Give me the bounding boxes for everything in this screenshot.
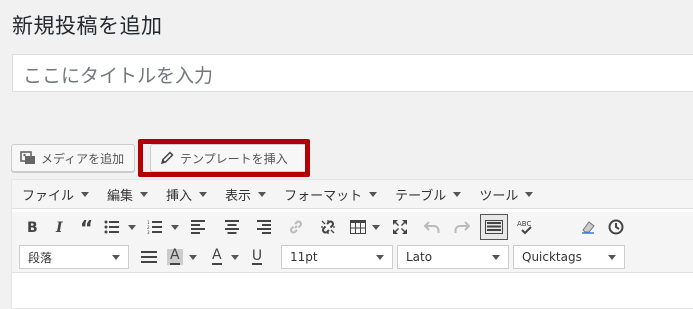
menu-insert-label: 挿入: [166, 188, 193, 204]
chevron-down-icon: [492, 254, 500, 260]
clear-formatting-button[interactable]: [574, 214, 602, 240]
menu-tools-label: ツール: [479, 188, 519, 204]
unlink-icon: [321, 220, 335, 234]
chevron-down-icon: [112, 254, 120, 260]
add-media-button[interactable]: メディアを追加: [11, 144, 135, 172]
menu-edit[interactable]: 編集: [97, 185, 156, 204]
menu-format[interactable]: フォーマット: [274, 185, 385, 204]
text-background-color-button[interactable]: A: [163, 244, 201, 270]
spellcheck-label: ABC: [517, 220, 531, 228]
keyboard-icon: [485, 220, 503, 234]
menu-format-label: フォーマット: [284, 188, 363, 204]
menu-view-label: 表示: [225, 188, 252, 204]
fullscreen-button[interactable]: [386, 214, 414, 240]
menu-file-label: ファイル: [22, 188, 75, 204]
spellcheck-button[interactable]: ABC: [512, 214, 540, 240]
page-title: 新規投稿を追加: [12, 14, 163, 38]
editor-toolbar-primary: B I “ 123 ABC: [12, 212, 693, 242]
bold-button[interactable]: B: [18, 214, 46, 240]
menu-file[interactable]: ファイル: [12, 185, 97, 204]
chevron-down-icon: [258, 191, 267, 197]
insert-link-button[interactable]: [282, 214, 310, 240]
editor-menubar: ファイル 編集 挿入 表示 フォーマット テーブル ツール: [12, 180, 693, 209]
menu-table[interactable]: テーブル: [385, 185, 469, 204]
font-size-select[interactable]: 11pt: [281, 245, 393, 269]
horizontal-line-button[interactable]: [135, 244, 163, 270]
toolbar-toggle-button[interactable]: [480, 214, 508, 240]
chevron-down-icon: [231, 254, 239, 260]
svg-text:“: “: [80, 219, 93, 235]
text-background-icon: A: [167, 247, 183, 265]
chevron-down-icon: [453, 191, 462, 197]
eraser-icon: [582, 221, 595, 234]
italic-button[interactable]: I: [46, 214, 74, 240]
chevron-down-icon: [608, 254, 616, 260]
media-icon: [20, 150, 36, 166]
italic-icon: I: [55, 220, 63, 235]
tinymce-editor: ファイル 編集 挿入 表示 フォーマット テーブル ツール B I “ 123 …: [11, 179, 693, 309]
chevron-down-icon: [525, 191, 534, 197]
chevron-down-icon: [369, 191, 378, 197]
align-left-icon: [191, 220, 205, 234]
chevron-down-icon: [376, 254, 384, 260]
remove-link-button[interactable]: [314, 214, 342, 240]
font-family-value: Lato: [406, 250, 433, 264]
align-center-button[interactable]: [218, 214, 246, 240]
numbered-list-button[interactable]: 123: [144, 214, 182, 240]
align-right-button[interactable]: [250, 214, 278, 240]
text-color-button[interactable]: A: [205, 244, 243, 270]
chevron-down-icon: [128, 224, 136, 230]
font-size-value: 11pt: [290, 250, 318, 264]
svg-text:I: I: [55, 220, 63, 235]
chevron-down-icon: [372, 224, 380, 230]
numbered-list-icon: 123: [147, 220, 162, 234]
redo-icon: [454, 221, 470, 233]
paragraph-format-select[interactable]: 段落: [19, 245, 129, 269]
undo-icon: [424, 221, 440, 233]
menu-tools[interactable]: ツール: [469, 185, 541, 204]
underline-button[interactable]: U: [243, 244, 271, 270]
redo-button[interactable]: [448, 214, 476, 240]
table-icon: [350, 220, 366, 234]
blockquote-icon: “: [80, 219, 93, 235]
add-media-label: メディアを追加: [41, 151, 125, 166]
chevron-down-icon: [199, 191, 208, 197]
chevron-down-icon: [171, 224, 179, 230]
horizontal-line-icon: [141, 251, 157, 263]
bullet-list-button[interactable]: [102, 214, 138, 240]
bold-icon: B: [27, 220, 38, 235]
text-color-letter: A: [212, 247, 222, 265]
menu-table-label: テーブル: [395, 188, 447, 204]
svg-text:3: 3: [147, 230, 150, 234]
quicktags-select[interactable]: Quicktags: [513, 245, 625, 269]
spellcheck-icon: ABC: [517, 220, 532, 235]
history-button[interactable]: [602, 214, 630, 240]
fullscreen-icon: [393, 220, 407, 234]
font-family-select[interactable]: Lato: [397, 245, 509, 269]
editor-toolbar-secondary: 段落 A A U 11pt Lato Quicktags: [12, 242, 693, 273]
table-button[interactable]: [346, 214, 384, 240]
chevron-down-icon: [140, 191, 149, 197]
paragraph-format-value: 段落: [28, 250, 53, 265]
quicktags-value: Quicktags: [522, 250, 582, 264]
menu-edit-label: 編集: [107, 188, 134, 204]
blockquote-button[interactable]: “: [74, 214, 102, 240]
chevron-down-icon: [189, 254, 197, 260]
insert-template-highlight-box: [138, 139, 310, 177]
text-bg-letter: A: [170, 247, 180, 265]
undo-button[interactable]: [418, 214, 446, 240]
bullet-list-icon: [104, 220, 119, 234]
underline-icon: U: [251, 248, 263, 265]
chevron-down-icon: [81, 191, 90, 197]
menu-insert[interactable]: 挿入: [156, 185, 215, 204]
menu-view[interactable]: 表示: [215, 185, 274, 204]
align-center-icon: [225, 220, 239, 234]
clock-icon: [608, 219, 624, 235]
link-icon: [290, 220, 302, 234]
text-color-icon: A: [209, 247, 225, 265]
post-title-input[interactable]: ここにタイトルを入力: [12, 54, 693, 92]
align-right-icon: [257, 220, 271, 234]
align-left-button[interactable]: [184, 214, 212, 240]
svg-text:B: B: [27, 220, 38, 235]
